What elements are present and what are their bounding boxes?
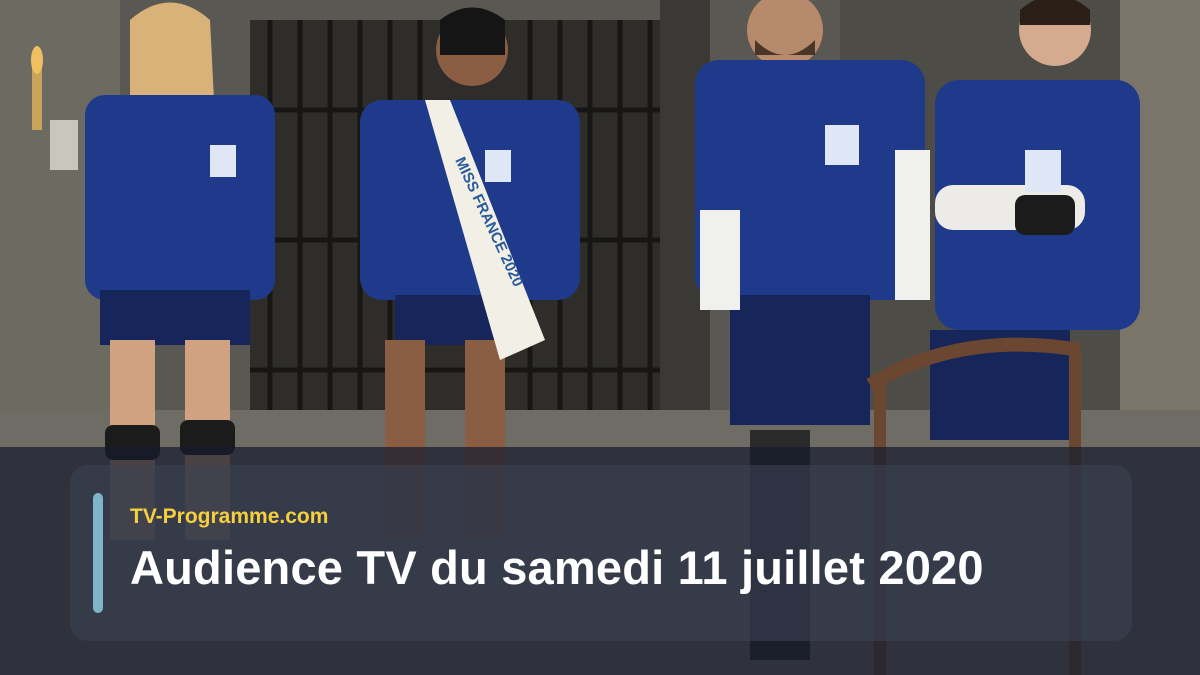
- accent-bar: [93, 493, 103, 613]
- site-name: TV-Programme.com: [130, 505, 329, 528]
- article-hero: MISS FRANCE 2020 TV-Programme.com Audien…: [0, 0, 1200, 675]
- headline: Audience TV du samedi 11 juillet 2020: [130, 541, 984, 594]
